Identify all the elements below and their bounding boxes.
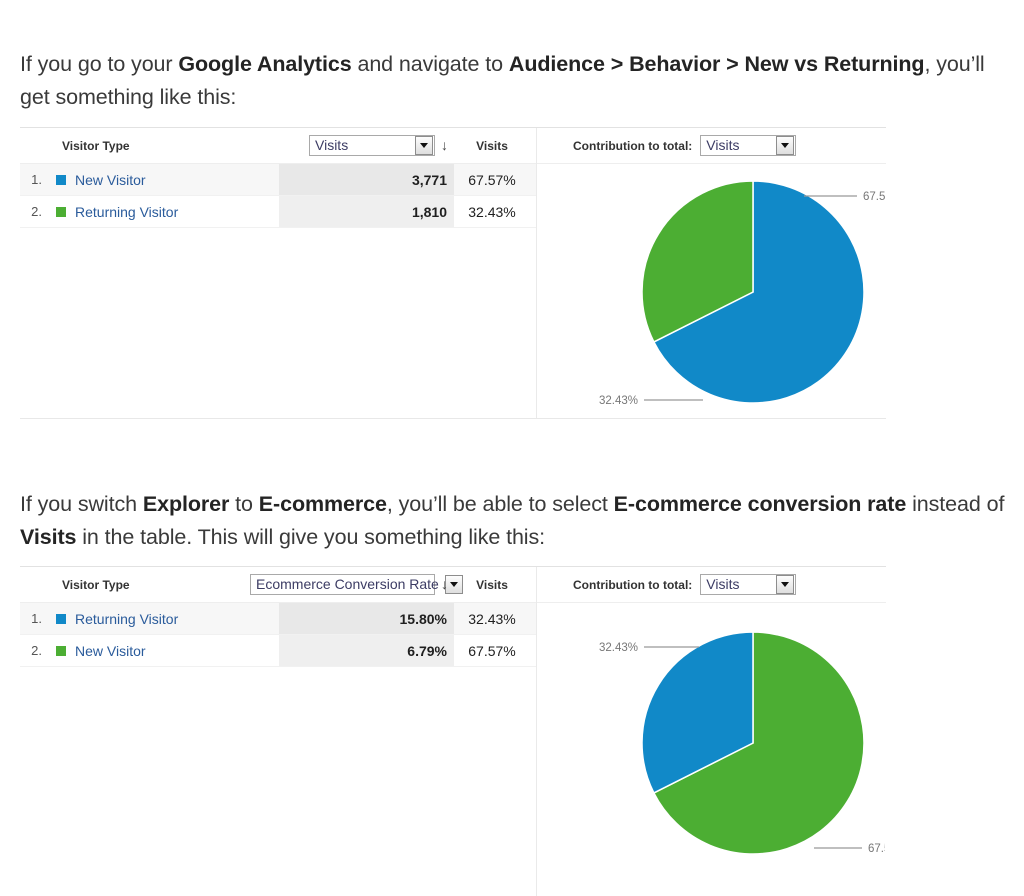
ga-data-table-2: Visitor Type Ecommerce Conversion Rate ↓…: [20, 567, 537, 896]
row-percent-value: 67.57%: [468, 642, 516, 659]
column-header-dimension: Visitor Type: [62, 577, 130, 592]
pie-slice-label: 67.57%: [863, 191, 885, 203]
row-dimension-label: New Visitor: [75, 171, 146, 188]
column-header-metric: Ecommerce Conversion Rate ↓: [250, 574, 463, 595]
row-metric-value: 6.79%: [279, 635, 454, 666]
sort-descending-icon[interactable]: ↓: [441, 138, 448, 153]
intro-paragraph-2: If you switch Explorer to E-commerce, yo…: [20, 488, 1010, 554]
row-dimension[interactable]: New Visitor: [42, 643, 279, 659]
row-metric-value: 1,810: [279, 196, 454, 227]
row-rank: 2.: [31, 643, 42, 658]
table-row[interactable]: 2. New Visitor 6.79% 67.57%: [20, 635, 536, 667]
plain-text-6: instead of: [906, 491, 1005, 516]
pie-chart-svg-1: 67.57% 32.43%: [599, 180, 885, 407]
row-percent-value: 32.43%: [468, 610, 516, 627]
emphasis-text-1: Explorer: [142, 491, 230, 516]
row-percent-value: 32.43%: [468, 203, 516, 220]
column-header-percent: Visits: [476, 138, 508, 153]
chevron-down-icon[interactable]: [776, 575, 795, 594]
chart-toolbar: Contribution to total: Visits: [537, 128, 886, 164]
plain-text-2: to: [229, 491, 259, 516]
intro-paragraph-1: If you go to your Google Analytics and n…: [20, 48, 1010, 114]
ga-data-table-1: Visitor Type Visits ↓ Visits 1. New Visi…: [20, 128, 537, 418]
row-rank: 1.: [31, 611, 42, 626]
chevron-down-icon[interactable]: [415, 136, 433, 155]
table-header-row: Visitor Type Ecommerce Conversion Rate ↓…: [20, 567, 536, 603]
row-metric-value: 3,771: [279, 164, 454, 195]
plain-text-8: in the table. This will give you somethi…: [76, 524, 546, 549]
plain-text-2: and navigate to: [351, 51, 509, 76]
row-rank: 1.: [31, 172, 42, 187]
table-row[interactable]: 2. Returning Visitor 1,810 32.43%: [20, 196, 536, 228]
emphasis-text-7: Visits: [20, 524, 77, 549]
pie-slice-label: 32.43%: [599, 642, 638, 654]
row-percent-value: 67.57%: [468, 171, 516, 188]
column-header-percent: Visits: [476, 577, 508, 592]
row-dimension-label: Returning Visitor: [75, 203, 179, 220]
contribution-select-value: Visits: [706, 576, 740, 592]
plain-text-0: If you switch: [20, 491, 143, 516]
plain-text-4: , you’ll be able to select: [386, 491, 614, 516]
column-header-dimension: Visitor Type: [62, 138, 130, 153]
ga-pie-chart-2: Contribution to total: Visits 67.57% 32.4…: [537, 567, 886, 896]
ga-report-panel-2: Visitor Type Ecommerce Conversion Rate ↓…: [20, 566, 886, 896]
pie-slice-label: 67.57%: [868, 843, 885, 855]
metric-select-1[interactable]: Visits: [309, 135, 435, 156]
row-dimension-label: New Visitor: [75, 642, 146, 659]
row-rank: 2.: [31, 204, 42, 219]
metric-select-2[interactable]: Ecommerce Conversion Rate: [250, 574, 463, 595]
column-header-metric: Visits ↓: [273, 135, 454, 156]
row-metric-value: 15.80%: [279, 603, 454, 634]
emphasis-text-5: E-commerce conversion rate: [613, 491, 907, 516]
metric-select-value: Visits: [315, 137, 349, 153]
contribution-select-1[interactable]: Visits: [700, 135, 797, 156]
series-color-swatch-icon: [56, 206, 66, 217]
pie-slice-label: 32.43%: [599, 395, 638, 407]
series-color-swatch-icon: [56, 645, 66, 656]
row-dimension[interactable]: New Visitor: [42, 172, 279, 188]
emphasis-text-3: E-commerce: [258, 491, 387, 516]
emphasis-text-3: Audience > Behavior > New vs Returning: [508, 51, 925, 76]
row-dimension-label: Returning Visitor: [75, 610, 179, 627]
pie-chart-svg-2: 67.57% 32.43%: [599, 631, 885, 855]
row-dimension[interactable]: Returning Visitor: [42, 611, 279, 627]
table-row[interactable]: 1. New Visitor 3,771 67.57%: [20, 164, 536, 196]
emphasis-text-1: Google Analytics: [178, 51, 352, 76]
sort-descending-icon[interactable]: ↓: [441, 577, 448, 592]
ga-report-panel-1: Visitor Type Visits ↓ Visits 1. New Visi…: [20, 127, 886, 419]
table-header-row: Visitor Type Visits ↓ Visits: [20, 128, 536, 164]
series-color-swatch-icon: [56, 174, 66, 185]
metric-select-value: Ecommerce Conversion Rate: [256, 576, 439, 592]
plain-text-0: If you go to your: [20, 51, 179, 76]
pie-chart-canvas-1: 67.57% 32.43%: [537, 164, 886, 414]
row-dimension[interactable]: Returning Visitor: [42, 204, 279, 220]
ga-pie-chart-1: Contribution to total: Visits 67.57% 32.4…: [537, 128, 886, 418]
chart-toolbar: Contribution to total: Visits: [537, 567, 886, 603]
series-color-swatch-icon: [56, 613, 66, 624]
contribution-select-2[interactable]: Visits: [700, 574, 797, 595]
table-row[interactable]: 1. Returning Visitor 15.80% 32.43%: [20, 603, 536, 635]
contribution-label: Contribution to total:: [573, 138, 693, 153]
contribution-label: Contribution to total:: [573, 577, 693, 592]
pie-chart-canvas-2: 67.57% 32.43%: [537, 603, 886, 891]
contribution-select-value: Visits: [706, 137, 740, 153]
chevron-down-icon[interactable]: [776, 136, 795, 155]
